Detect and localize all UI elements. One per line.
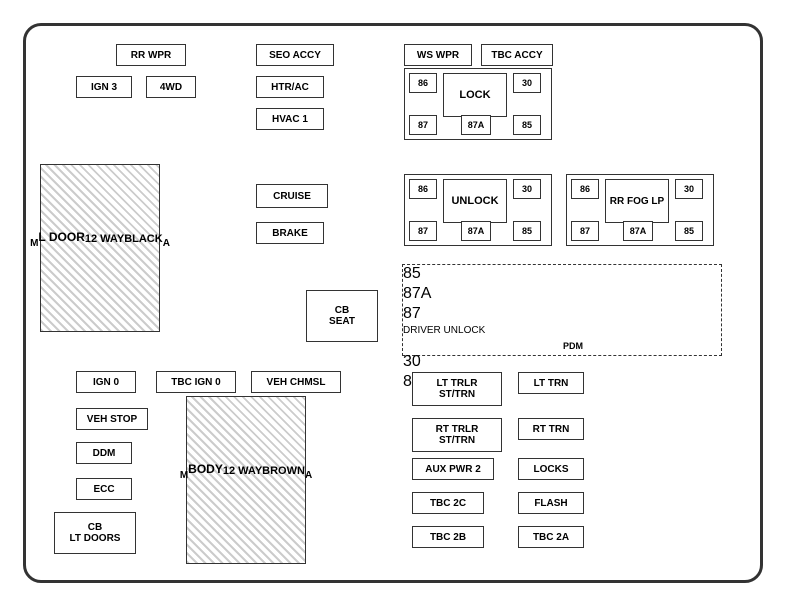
- l-door-black: BLACK: [124, 233, 163, 263]
- rt-trlr-st-trn: RT TRLR ST/TRN: [412, 418, 502, 452]
- pdm-label: PDM: [563, 341, 583, 351]
- flash: FLASH: [518, 492, 584, 514]
- unlock-relay-group: 86 30 UNLOCK 87 87A 85: [404, 174, 552, 246]
- body-brown: BROWN: [262, 465, 305, 495]
- l-door-group: M L DOOR 12 WAY BLACK A: [40, 164, 160, 332]
- unlock-30: 30: [513, 179, 541, 199]
- locks: LOCKS: [518, 458, 584, 480]
- l-door-label: L DOOR: [38, 230, 84, 266]
- l-door-m: M: [30, 238, 38, 258]
- tbc-ign0: TBC IGN 0: [156, 371, 236, 393]
- ign0: IGN 0: [76, 371, 136, 393]
- tbc-2b: TBC 2B: [412, 526, 484, 548]
- body-group: M BODY 12 WAY BROWN A: [186, 396, 306, 564]
- lock-label: LOCK: [443, 73, 507, 117]
- ecc: ECC: [76, 478, 132, 500]
- veh-stop: VEH STOP: [76, 408, 148, 430]
- rr-fog-87: 87: [571, 221, 599, 241]
- rr-fog-86: 86: [571, 179, 599, 199]
- tbc-2c: TBC 2C: [412, 492, 484, 514]
- l-door-a: A: [163, 238, 170, 258]
- cruise: CRUISE: [256, 184, 328, 208]
- l-door-12way: 12 WAY: [85, 233, 124, 263]
- rr-fog-30: 30: [675, 179, 703, 199]
- aux-pwr2: AUX PWR 2: [412, 458, 494, 480]
- lock-85: 85: [513, 115, 541, 135]
- cb-lt-doors: CB LT DOORS: [54, 512, 136, 554]
- fuse-diagram: RR WPR SEO ACCY WS WPR TBC ACCY IGN 3 4W…: [23, 23, 763, 583]
- rr-fog-lp-relay-group: 86 30 RR FOG LP 87 87A 85: [566, 174, 714, 246]
- body-label: BODY: [188, 462, 223, 498]
- ws-wpr: WS WPR: [404, 44, 472, 66]
- lt-trlr-st-trn: LT TRLR ST/TRN: [412, 372, 502, 406]
- pdm-group: 85 87A 87 DRIVER UNLOCK 30 86 PDM: [402, 264, 722, 356]
- unlock-87: 87: [409, 221, 437, 241]
- seo-accy: SEO ACCY: [256, 44, 334, 66]
- lock-86: 86: [409, 73, 437, 93]
- hvac1: HVAC 1: [256, 108, 324, 130]
- body-12way: 12 WAY: [223, 465, 262, 495]
- driver-unlock-label: DRIVER UNLOCK: [403, 325, 543, 353]
- brake: BRAKE: [256, 222, 324, 244]
- cb-seat: CB SEAT: [306, 290, 378, 342]
- veh-chmsl: VEH CHMSL: [251, 371, 341, 393]
- htr-ac: HTR/AC: [256, 76, 324, 98]
- tbc-accy: TBC ACCY: [481, 44, 553, 66]
- driver-unlock-87a: 87A: [403, 285, 435, 305]
- lock-87: 87: [409, 115, 437, 135]
- tbc-2a: TBC 2A: [518, 526, 584, 548]
- unlock-85: 85: [513, 221, 541, 241]
- lock-relay-group: 86 30 LOCK 87 87A 85: [404, 68, 552, 140]
- lock-30: 30: [513, 73, 541, 93]
- unlock-87a: 87A: [461, 221, 491, 241]
- rr-fog-85: 85: [675, 221, 703, 241]
- lock-87a: 87A: [461, 115, 491, 135]
- 4wd: 4WD: [146, 76, 196, 98]
- driver-unlock-85: 85: [403, 265, 431, 285]
- rr-wpr: RR WPR: [116, 44, 186, 66]
- lt-trn: LT TRN: [518, 372, 584, 394]
- rr-fog-87a: 87A: [623, 221, 653, 241]
- rt-trn: RT TRN: [518, 418, 584, 440]
- ign3: IGN 3: [76, 76, 132, 98]
- ddm: DDM: [76, 442, 132, 464]
- body-a: A: [305, 470, 312, 490]
- driver-unlock-87: 87: [403, 305, 431, 325]
- unlock-86: 86: [409, 179, 437, 199]
- rr-fog-lp-label: RR FOG LP: [605, 179, 669, 223]
- unlock-label: UNLOCK: [443, 179, 507, 223]
- driver-unlock-30: 30: [403, 353, 431, 373]
- body-m: M: [180, 470, 188, 490]
